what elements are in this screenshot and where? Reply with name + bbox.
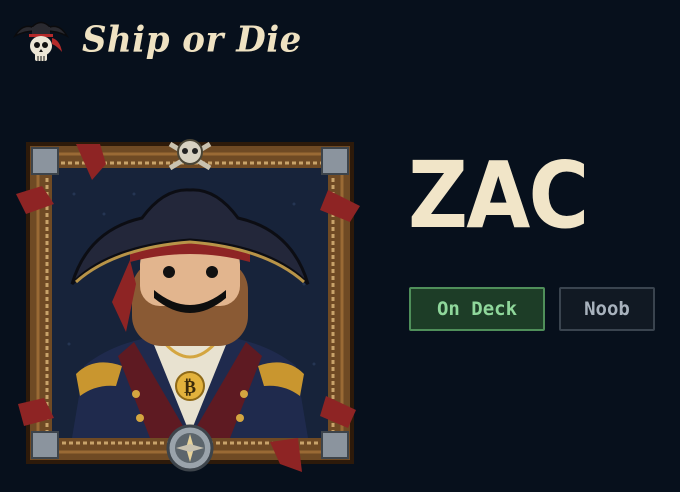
pirate-skull-logo-icon[interactable] xyxy=(12,14,70,66)
pirate-captain-portrait: ₿ xyxy=(16,139,360,472)
avatar-portrait: ₿ xyxy=(14,134,366,484)
svg-text:₿: ₿ xyxy=(184,377,196,398)
status-badge: On Deck xyxy=(409,287,545,331)
profile-badges: On Deck Noob xyxy=(409,287,655,331)
app-header: Ship or Die xyxy=(12,12,302,68)
app-title: Ship or Die xyxy=(82,19,302,62)
rank-badge: Noob xyxy=(559,287,655,331)
profile-name: ZAC xyxy=(408,142,589,249)
